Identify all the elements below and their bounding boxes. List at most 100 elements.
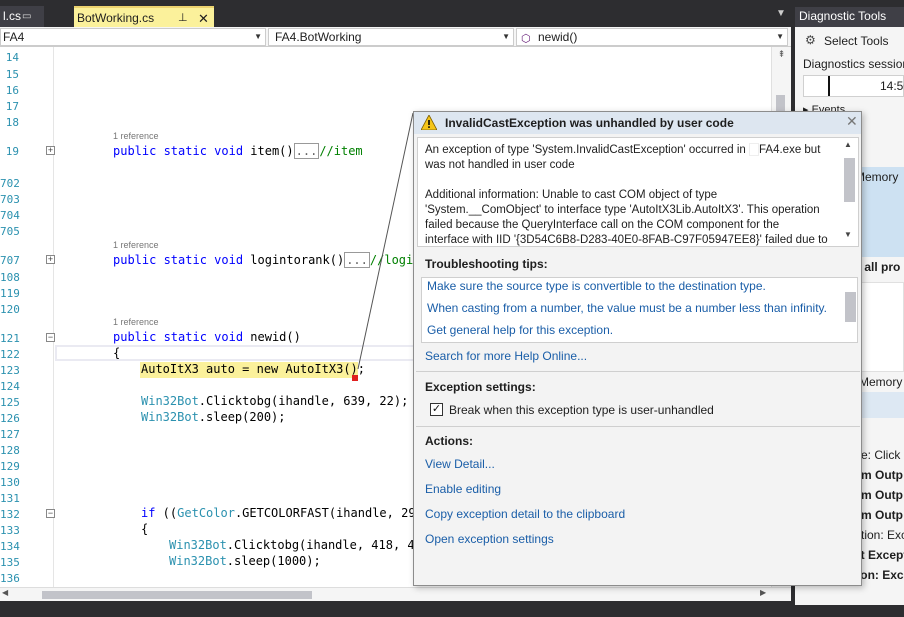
chevron-down-icon: ▼ bbox=[502, 32, 510, 41]
exception-settings-header: Exception settings: bbox=[425, 380, 536, 394]
collapse-icon[interactable]: − bbox=[46, 333, 55, 342]
copy-exception-detail-link[interactable]: Copy exception detail to the clipboard bbox=[425, 507, 625, 521]
codelens-reference[interactable]: 1 reference bbox=[113, 317, 159, 327]
line-number: 15 bbox=[5, 68, 19, 81]
exception-message: An exception of type 'System.InvalidCast… bbox=[425, 143, 828, 246]
line-number: 120 bbox=[0, 303, 20, 316]
time-label: 14:50m bbox=[880, 79, 904, 93]
collapse-icon[interactable]: − bbox=[46, 509, 55, 518]
tip-link[interactable]: Get general help for this exception. bbox=[427, 323, 613, 337]
line-number: 703 bbox=[0, 193, 20, 206]
pin-icon[interactable]: ⊥ bbox=[178, 8, 188, 29]
line-number: 135 bbox=[0, 556, 20, 569]
line-number: 19 bbox=[5, 145, 19, 158]
class-value: FA4.BotWorking bbox=[275, 30, 362, 44]
codelens-reference[interactable]: 1 reference bbox=[113, 131, 159, 141]
break-on-exception-label[interactable]: Break when this exception type is user-u… bbox=[449, 403, 714, 417]
divider bbox=[416, 371, 860, 372]
line-number: 136 bbox=[0, 572, 20, 585]
close-icon[interactable]: ✕ bbox=[846, 113, 858, 130]
break-on-exception-checkbox[interactable]: ✓ bbox=[430, 403, 443, 416]
editor-horizontal-scrollbar[interactable]: ◀ ▶ bbox=[0, 587, 791, 601]
scroll-left-icon[interactable]: ◀ bbox=[2, 588, 8, 597]
timeline-ruler[interactable]: 14:50m bbox=[803, 75, 904, 97]
event-item[interactable]: m Outp bbox=[861, 468, 903, 482]
tab-label: l.cs bbox=[3, 9, 21, 23]
gear-icon: ⚙ bbox=[805, 33, 816, 47]
memory-usage-tab[interactable]: Memory U bbox=[859, 375, 904, 389]
member-dropdown[interactable]: ⬡ newid() ▼ bbox=[516, 28, 788, 46]
line-number: 133 bbox=[0, 524, 20, 537]
open-exception-settings-link[interactable]: Open exception settings bbox=[425, 532, 554, 546]
codelens-reference[interactable]: 1 reference bbox=[113, 240, 159, 250]
navigation-bar: FA4 ▼ FA4.BotWorking ▼ ⬡ newid() ▼ bbox=[0, 27, 791, 47]
class-dropdown[interactable]: FA4.BotWorking ▼ bbox=[268, 28, 514, 46]
error-marker-icon bbox=[352, 375, 358, 381]
tips-scrollbar[interactable] bbox=[842, 278, 858, 342]
exception-message-box[interactable]: An exception of type 'System.InvalidCast… bbox=[417, 137, 859, 247]
line-number: 18 bbox=[5, 116, 19, 129]
line-number: 130 bbox=[0, 476, 20, 489]
tip-link[interactable]: Make sure the source type is convertible… bbox=[427, 279, 766, 293]
line-number: 704 bbox=[0, 209, 20, 222]
event-item[interactable]: tion: Exc bbox=[861, 528, 904, 542]
scroll-down-icon[interactable]: ▼ bbox=[844, 230, 852, 239]
line-number: 122 bbox=[0, 348, 20, 361]
lock-icon: ▭ bbox=[22, 11, 32, 22]
line-number: 127 bbox=[0, 428, 20, 441]
enable-editing-link[interactable]: Enable editing bbox=[425, 482, 501, 496]
tip-link[interactable]: When casting from a number, the value mu… bbox=[427, 301, 827, 315]
scrollbar-thumb[interactable] bbox=[845, 292, 856, 322]
line-number: 128 bbox=[0, 444, 20, 457]
chevron-down-icon: ▼ bbox=[776, 32, 784, 41]
select-tools-button[interactable]: ⚙ Select Tools bbox=[795, 29, 904, 53]
troubleshooting-tips-list: Make sure the source type is convertible… bbox=[421, 277, 858, 343]
code-line-item: public static void item()...//item bbox=[113, 143, 363, 159]
line-number: 14 bbox=[5, 51, 19, 64]
expand-icon[interactable]: + bbox=[46, 255, 55, 264]
line-number: 123 bbox=[0, 364, 20, 377]
project-value: FA4 bbox=[3, 30, 25, 44]
exception-helper-popup: InvalidCastException was unhandled by us… bbox=[413, 111, 862, 586]
chevron-down-icon: ▼ bbox=[254, 32, 262, 41]
process-label: f all pro bbox=[857, 260, 901, 274]
tab-overflow-icon[interactable]: ▼ bbox=[776, 8, 786, 19]
search-help-link[interactable]: Search for more Help Online... bbox=[425, 349, 587, 363]
message-scrollbar[interactable]: ▲ ▼ bbox=[841, 140, 857, 244]
line-number: 134 bbox=[0, 540, 20, 553]
warning-icon bbox=[421, 115, 437, 130]
event-item[interactable]: e: Click bbox=[861, 448, 900, 462]
line-number: 125 bbox=[0, 396, 20, 409]
code-line-brace: { bbox=[141, 522, 149, 536]
project-dropdown[interactable]: FA4 ▼ bbox=[0, 28, 266, 46]
close-icon[interactable]: ✕ bbox=[198, 8, 209, 29]
code-line-sleep: Win32Bot.sleep(1000); bbox=[169, 554, 321, 568]
scrollbar-thumb[interactable] bbox=[42, 591, 312, 599]
split-icon[interactable]: ⇞ bbox=[773, 49, 790, 63]
scroll-up-icon[interactable]: ▲ bbox=[844, 140, 852, 149]
exception-header: InvalidCastException was unhandled by us… bbox=[414, 112, 861, 134]
tab-botworking[interactable]: BotWorking.cs ⊥ ✕ bbox=[74, 6, 214, 29]
line-number: 17 bbox=[5, 100, 19, 113]
event-item[interactable]: m Outp bbox=[861, 488, 903, 502]
troubleshooting-header: Troubleshooting tips: bbox=[425, 257, 548, 271]
code-line-newid: public static void newid() bbox=[113, 330, 301, 344]
scrollbar-thumb[interactable] bbox=[844, 158, 855, 202]
member-value: newid() bbox=[538, 30, 578, 44]
status-bar bbox=[0, 601, 904, 617]
event-item[interactable]: m Outp bbox=[861, 508, 903, 522]
exception-title: InvalidCastException was unhandled by us… bbox=[445, 116, 734, 130]
tab-previous-file[interactable]: l.cs ▭ bbox=[0, 6, 44, 29]
line-number: 121 bbox=[0, 332, 20, 345]
code-line-if: if ((GetColor.GETCOLORFAST(ihandle, 298 bbox=[141, 506, 423, 520]
line-number: 702 bbox=[0, 177, 20, 190]
scroll-right-icon[interactable]: ▶ bbox=[760, 588, 766, 597]
method-icon: ⬡ bbox=[521, 33, 531, 45]
line-number: 129 bbox=[0, 460, 20, 473]
actions-header: Actions: bbox=[425, 434, 473, 448]
view-detail-link[interactable]: View Detail... bbox=[425, 457, 495, 471]
code-line-autoitx3: AutoItX3 auto = new AutoItX3(); bbox=[141, 362, 365, 376]
tab-label: BotWorking.cs bbox=[77, 11, 155, 25]
expand-icon[interactable]: + bbox=[46, 146, 55, 155]
line-number: 16 bbox=[5, 84, 19, 97]
